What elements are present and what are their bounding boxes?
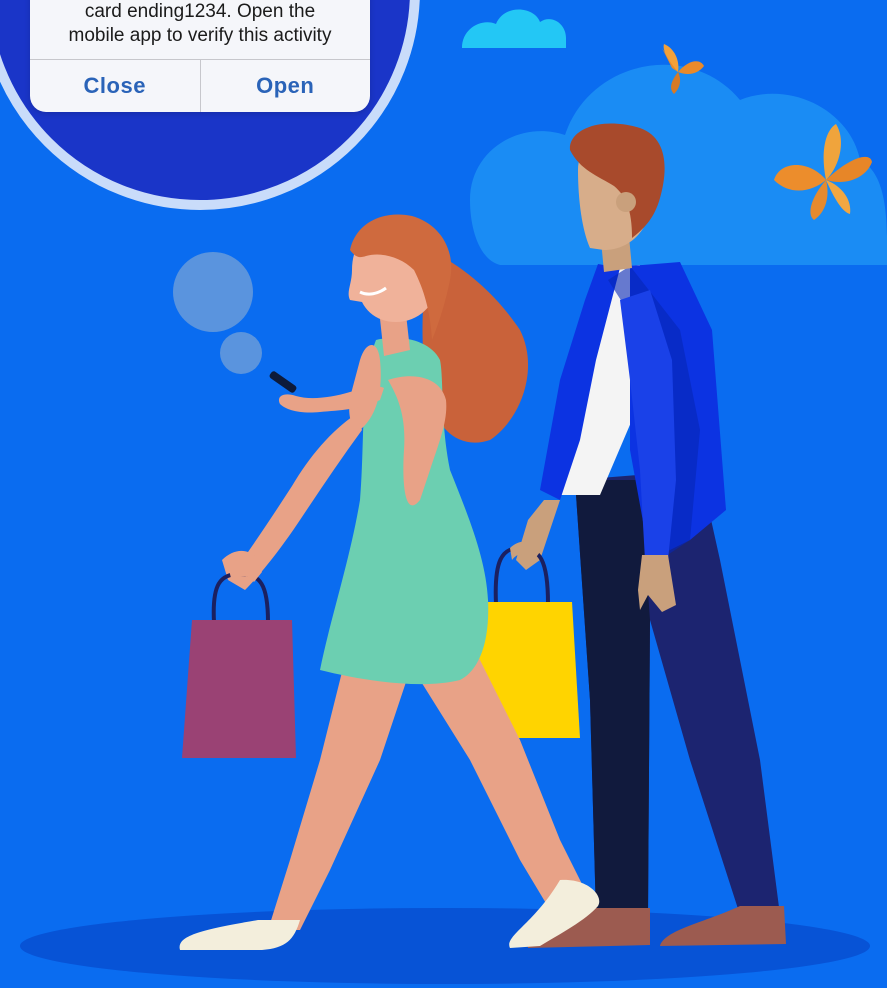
close-button[interactable]: Close (30, 60, 200, 112)
notification-card: card ending1234. Open the mobile app to … (30, 0, 370, 112)
notification-actions: Close Open (30, 59, 370, 112)
notification-message-line1: card ending1234. Open the (84, 1, 316, 22)
notification-message-line2: mobile app to verify this activity (68, 25, 332, 46)
open-button[interactable]: Open (199, 60, 371, 112)
cloud-icon (462, 9, 566, 48)
notification-message: card ending1234. Open the mobile app to … (30, 0, 370, 48)
woman-figure (179, 214, 600, 950)
smartphone (269, 371, 297, 393)
thought-bubble-large (173, 252, 253, 332)
purple-shopping-bag (182, 559, 296, 758)
thought-bubble-small (220, 332, 262, 374)
